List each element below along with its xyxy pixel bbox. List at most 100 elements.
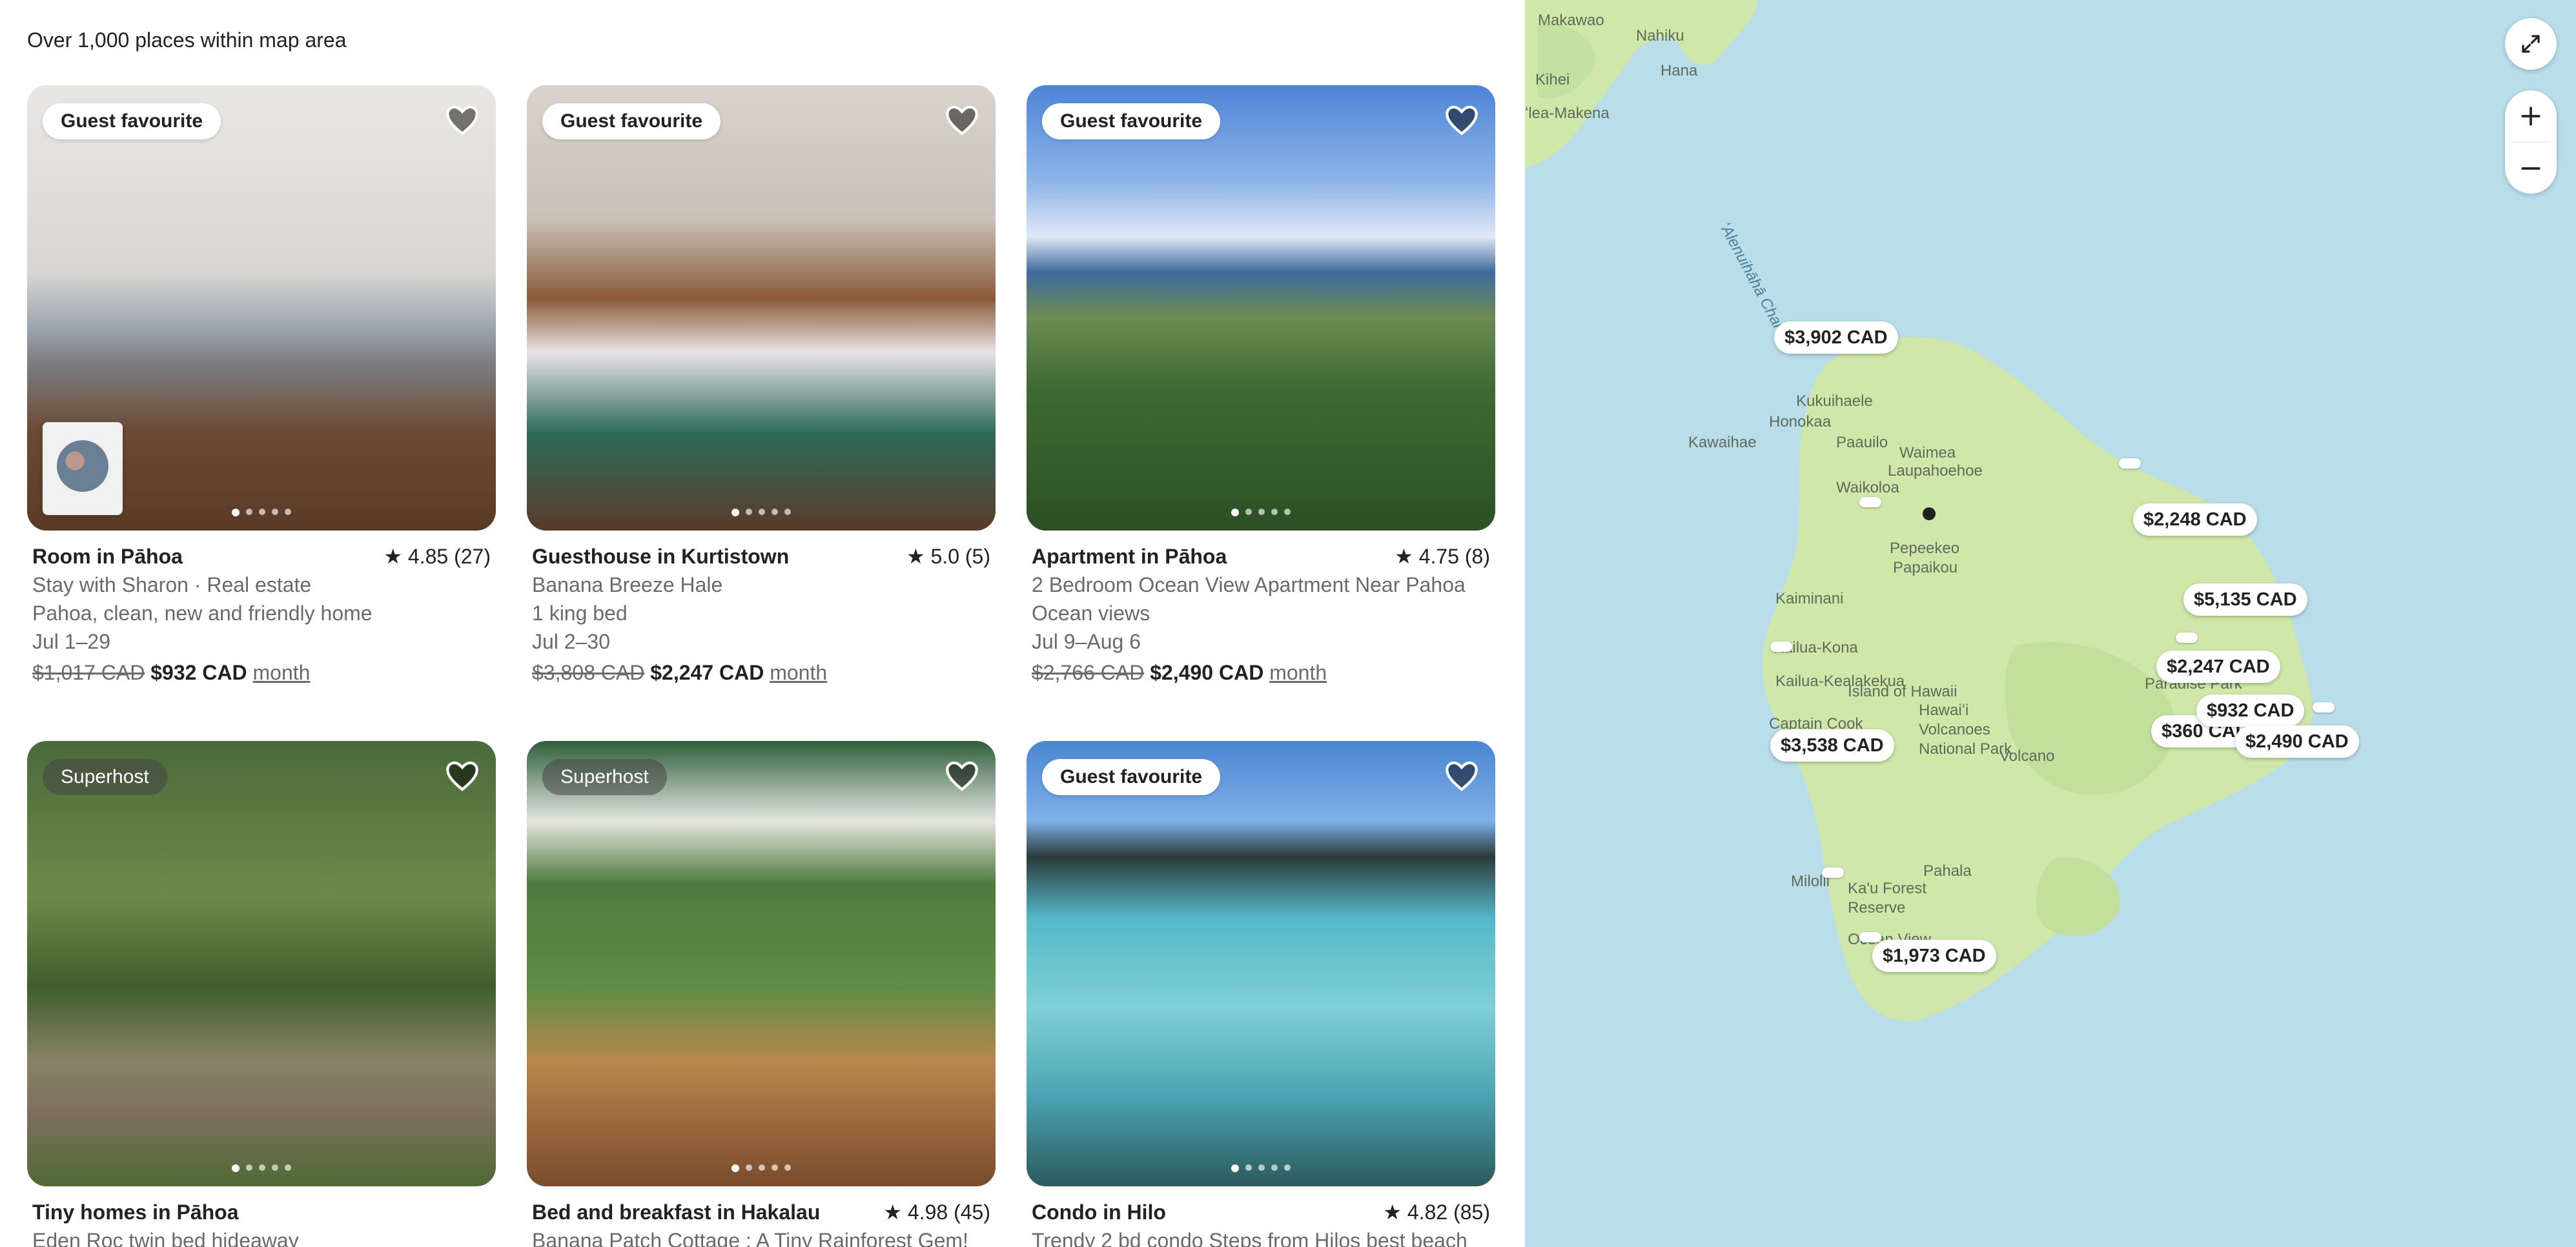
map-price-pin[interactable]: $2,247 CAD	[2156, 651, 2280, 683]
listing-card[interactable]: Guest favourite Apartment in Pāhoa ★ 4.7…	[1027, 85, 1495, 687]
photo-dots	[731, 509, 791, 516]
zoom-out-button[interactable]	[2505, 143, 2557, 194]
map-marker[interactable]	[1770, 642, 1792, 652]
listing-photo[interactable]: Guest favourite	[527, 85, 996, 531]
map-price-pin[interactable]: $1,973 CAD	[1872, 940, 1996, 972]
map-place-label: Laupahoehoe	[1888, 462, 1983, 480]
map-marker[interactable]	[1859, 932, 1881, 942]
results-count: Over 1,000 places within map area	[27, 28, 347, 52]
map-place-label: Volcano	[1999, 747, 2055, 765]
photo-dots	[1231, 509, 1291, 516]
map-place-label: Ka'u Forest Reserve	[1848, 880, 1927, 917]
map-price-pin[interactable]: $3,538 CAD	[1770, 729, 1894, 762]
heart-icon[interactable]	[944, 758, 980, 794]
map-place-label: Pepeekeo	[1890, 540, 1960, 557]
map-land	[1525, 0, 2313, 1021]
map-price-pin[interactable]: $5,135 CAD	[2183, 583, 2307, 616]
price-period[interactable]: month	[770, 661, 827, 684]
listing-line: Banana Breeze Hale	[532, 573, 723, 596]
listing-card[interactable]: Superhost Tiny homes in Pāhoa Eden Roc t…	[27, 741, 496, 1247]
map-marker[interactable]	[2119, 458, 2141, 469]
price-period[interactable]: month	[1269, 661, 1327, 684]
map-price-pin[interactable]: $2,490 CAD	[2235, 725, 2359, 758]
listing-photo[interactable]: Superhost	[27, 741, 496, 1186]
listing-dates: Jul 1–29	[32, 630, 110, 653]
listing-type: Apartment in Pāhoa	[1032, 545, 1227, 568]
listing-photo[interactable]: Guest favourite	[27, 85, 496, 531]
zoom-in-button[interactable]	[2505, 90, 2557, 142]
map-marker[interactable]	[1822, 867, 1844, 878]
zoom-controls	[2505, 90, 2557, 194]
map-place-label: Paauilo	[1836, 434, 1888, 451]
location-dot	[1923, 507, 1936, 520]
listings-panel: Over 1,000 places within map area Guest …	[0, 0, 1525, 1247]
listing-rating: ★ 4.85 (27)	[383, 545, 491, 568]
listing-rating: ★ 5.0 (5)	[906, 545, 990, 568]
listing-card[interactable]: Superhost Bed and breakfast in Hakalau ★…	[527, 741, 996, 1247]
map-place-label: Waikoloa	[1836, 479, 1899, 496]
expand-map-button[interactable]	[2505, 18, 2557, 70]
superhost-badge: Superhost	[43, 759, 167, 795]
map-place-label: Kaiminani	[1775, 590, 1844, 607]
map-place-label: Makawao	[1538, 12, 1604, 29]
photo-dots	[1231, 1164, 1291, 1172]
listing-photo[interactable]: Guest favourite	[1027, 85, 1495, 531]
photo-dots	[232, 1164, 291, 1172]
current-price: $932 CAD	[150, 661, 247, 684]
original-price: $2,766 CAD	[1032, 661, 1145, 684]
guest-favourite-badge: Guest favourite	[1042, 759, 1221, 795]
current-price: $2,490 CAD	[1150, 661, 1264, 684]
guest-favourite-badge: Guest favourite	[542, 103, 721, 139]
heart-icon[interactable]	[944, 102, 980, 138]
heart-icon[interactable]	[1444, 758, 1480, 794]
listing-type: Tiny homes in Pāhoa	[32, 1201, 239, 1224]
listing-photo[interactable]: Superhost	[527, 741, 996, 1186]
map-place-label: Island of Hawaii	[1848, 683, 1958, 700]
map-panel[interactable]: Kihei ʻlea-Makena Makawao Nahiku Hana ʻA…	[1525, 0, 2576, 1247]
map-price-pin[interactable]: $3,902 CAD	[1774, 321, 1898, 354]
listing-line: Pahoa, clean, new and friendly home	[32, 602, 373, 625]
map-marker[interactable]	[2313, 702, 2335, 713]
expand-icon	[2522, 35, 2540, 53]
listing-line: 1 king bed	[532, 602, 628, 625]
current-price: $2,247 CAD	[650, 661, 764, 684]
listing-rating: ★ 4.98 (45)	[883, 1201, 990, 1224]
map-price-pin[interactable]: $932 CAD	[2196, 694, 2305, 727]
listing-line: Trendy 2 bd condo Steps from Hilos best …	[1032, 1229, 1467, 1247]
plus-icon	[2521, 106, 2540, 126]
heart-icon[interactable]	[444, 102, 480, 138]
map-place-label: Waimea	[1899, 444, 1956, 461]
price-period[interactable]: month	[253, 661, 311, 684]
listing-price[interactable]: $1,017 CAD $932 CAD month	[32, 658, 491, 687]
listing-dates: Jul 9–Aug 6	[1032, 630, 1141, 653]
map-price-pin[interactable]: $2,248 CAD	[2133, 503, 2257, 536]
listing-line: Stay with Sharon · Real estate	[32, 573, 312, 596]
original-price: $3,808 CAD	[532, 661, 645, 684]
map-place-label: Hana	[1661, 62, 1698, 79]
photo-dots	[731, 1164, 791, 1172]
map-place-label: ʻlea-Makena	[1525, 105, 1610, 122]
host-avatar	[43, 422, 123, 515]
heart-icon[interactable]	[1444, 102, 1480, 138]
listing-price[interactable]: $2,766 CAD $2,490 CAD month	[1032, 658, 1490, 687]
map-place-label: Nahiku	[1636, 27, 1684, 45]
map-place-label: Papaikou	[1893, 559, 1958, 576]
map-marker[interactable]	[1859, 497, 1881, 507]
superhost-badge: Superhost	[542, 759, 667, 795]
map-place-label: Kukuihaele	[1796, 392, 1873, 410]
listing-card[interactable]: Guest favourite Condo in Hilo ★ 4.82 (85…	[1027, 741, 1495, 1247]
listing-card[interactable]: Guest favourite Guesthouse in Kurtistown…	[527, 85, 996, 687]
map-place-label: Kihei	[1535, 71, 1570, 88]
listing-photo[interactable]: Guest favourite	[1027, 741, 1495, 1186]
listing-rating: ★ 4.75 (8)	[1395, 545, 1490, 568]
listing-card[interactable]: Guest favourite Room in Pāhoa ★ 4.85 (27…	[27, 85, 496, 687]
map-marker[interactable]	[2176, 633, 2198, 643]
listing-type: Condo in Hilo	[1032, 1201, 1166, 1224]
heart-icon[interactable]	[444, 758, 480, 794]
map-place-label: Kawaihae	[1688, 434, 1757, 451]
listing-type: Guesthouse in Kurtistown	[532, 545, 790, 568]
listing-dates: Jul 2–30	[532, 630, 610, 653]
listing-price[interactable]: $3,808 CAD $2,247 CAD month	[532, 658, 990, 687]
guest-favourite-badge: Guest favourite	[1042, 103, 1221, 139]
minus-icon	[2521, 167, 2540, 170]
